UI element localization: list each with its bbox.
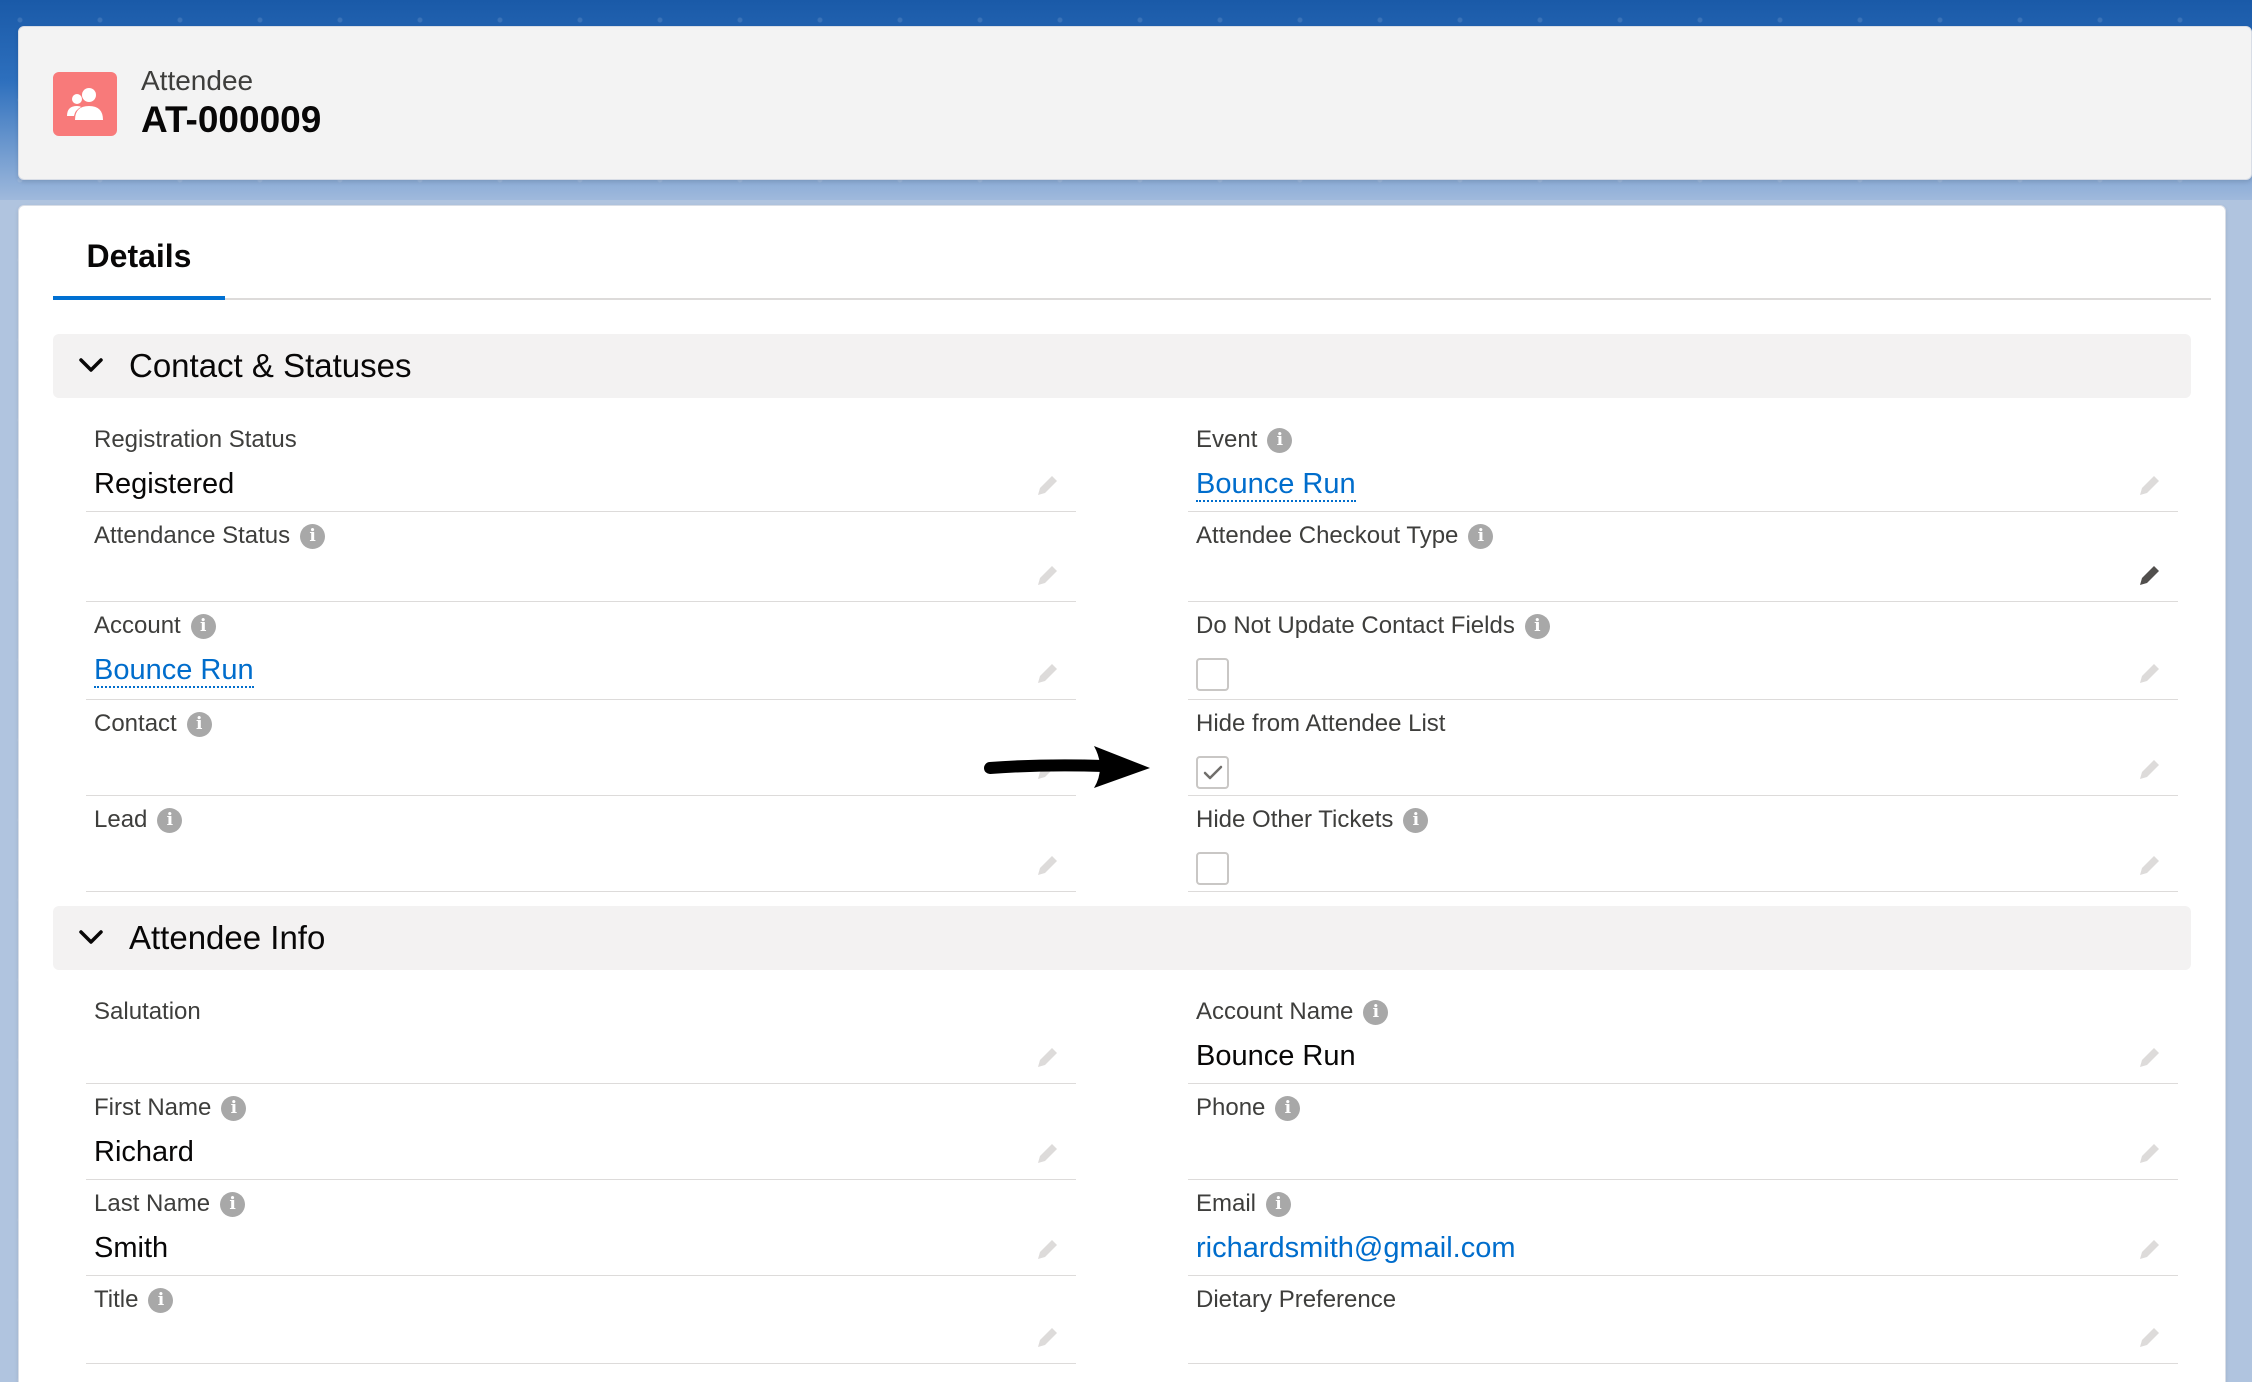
info-icon[interactable]: i xyxy=(1363,999,1389,1025)
chevron-down-icon xyxy=(77,924,105,952)
field-contact: Contact i xyxy=(86,700,1076,796)
info-icon[interactable]: i xyxy=(1468,523,1494,549)
field-label: Event xyxy=(1196,426,1258,453)
chevron-down-icon xyxy=(77,352,105,380)
field-label: First Name xyxy=(94,1094,212,1121)
pencil-icon[interactable] xyxy=(1034,471,1062,499)
check-icon xyxy=(1203,765,1222,779)
field-label: Hide from Attendee List xyxy=(1196,710,1446,737)
field-attendance-status: Attendance Status i xyxy=(86,512,1076,602)
arrow-right-icon xyxy=(984,746,1150,788)
tab-details[interactable]: Details xyxy=(53,206,225,300)
field-label: Attendance Status xyxy=(94,522,291,549)
record-type-label: Attendee xyxy=(141,65,254,96)
info-icon[interactable]: i xyxy=(300,523,326,549)
info-icon[interactable]: i xyxy=(220,1191,246,1217)
account-link[interactable]: Bounce Run xyxy=(94,654,254,688)
info-icon[interactable]: i xyxy=(1267,427,1293,453)
pencil-icon[interactable] xyxy=(2136,1323,2164,1351)
info-icon[interactable]: i xyxy=(190,613,216,639)
info-icon[interactable]: i xyxy=(221,1095,247,1121)
info-icon[interactable]: i xyxy=(186,711,212,737)
field-registration-status: Registration Status Registered xyxy=(86,416,1076,512)
field-dietary-preference: Dietary Preference xyxy=(1188,1276,2178,1364)
field-hide-other-tickets: Hide Other Tickets i xyxy=(1188,796,2178,892)
field-value: Registered xyxy=(94,468,235,500)
email-link[interactable]: richardsmith@gmail.com xyxy=(1196,1232,1516,1265)
field-account: Account i Bounce Run xyxy=(86,602,1076,700)
section-attendee-info[interactable]: Attendee Info xyxy=(53,906,2191,970)
section-contact-statuses[interactable]: Contact & Statuses xyxy=(53,334,2191,398)
record-header: Attendee AT-000009 xyxy=(18,26,2252,180)
event-link[interactable]: Bounce Run xyxy=(1196,468,1356,502)
field-title: Title i xyxy=(86,1276,1076,1364)
hide-other-tickets-checkbox[interactable] xyxy=(1196,852,1229,885)
field-value: Richard xyxy=(94,1136,194,1168)
field-salutation: Salutation xyxy=(86,988,1076,1084)
field-label: Email xyxy=(1196,1190,1257,1217)
field-phone: Phone i xyxy=(1188,1084,2178,1180)
pencil-icon[interactable] xyxy=(1034,1323,1062,1351)
details-card: Details Contact & Statuses Registration … xyxy=(18,205,2226,1382)
field-last-name: Last Name i Smith xyxy=(86,1180,1076,1276)
pencil-icon[interactable] xyxy=(1034,659,1062,687)
info-icon[interactable]: i xyxy=(148,1287,174,1313)
record-name: AT-000009 xyxy=(141,99,322,140)
info-icon[interactable]: i xyxy=(1266,1191,1292,1217)
field-value: Bounce Run xyxy=(1196,1040,1356,1072)
field-email: Email i richardsmith@gmail.com xyxy=(1188,1180,2178,1276)
field-label: Salutation xyxy=(94,998,201,1025)
field-label: Hide Other Tickets xyxy=(1196,806,1394,833)
field-account-name: Account Name i Bounce Run xyxy=(1188,988,2178,1084)
field-event: Event i Bounce Run xyxy=(1188,416,2178,512)
pencil-icon[interactable] xyxy=(2136,471,2164,499)
field-label: Attendee Checkout Type xyxy=(1196,522,1459,549)
pencil-icon[interactable] xyxy=(1034,561,1062,589)
field-label: Phone xyxy=(1196,1094,1266,1121)
pencil-icon[interactable] xyxy=(2136,851,2164,879)
do-not-update-checkbox[interactable] xyxy=(1196,658,1229,691)
info-icon[interactable]: i xyxy=(1275,1095,1301,1121)
field-first-name: First Name i Richard xyxy=(86,1084,1076,1180)
section-title: Attendee Info xyxy=(129,919,326,956)
field-label: Do Not Update Contact Fields xyxy=(1196,612,1515,639)
pencil-icon[interactable] xyxy=(2136,755,2164,783)
pencil-icon[interactable] xyxy=(2136,1235,2164,1263)
field-value: Smith xyxy=(94,1232,169,1264)
pencil-icon[interactable] xyxy=(2136,1043,2164,1071)
field-label: Lead xyxy=(94,806,148,833)
pencil-icon[interactable] xyxy=(2136,1139,2164,1167)
field-label: Account xyxy=(94,612,181,639)
hide-from-list-checkbox[interactable] xyxy=(1196,756,1229,789)
info-icon[interactable]: i xyxy=(1524,613,1550,639)
tab-bar: Details xyxy=(53,206,2211,300)
pencil-icon[interactable] xyxy=(2136,561,2164,589)
field-label: Account Name xyxy=(1196,998,1354,1025)
pencil-icon[interactable] xyxy=(1034,851,1062,879)
field-label: Registration Status xyxy=(94,426,297,453)
field-hide-from-attendee-list: Hide from Attendee List xyxy=(1188,700,2178,796)
field-attendee-checkout-type: Attendee Checkout Type i xyxy=(1188,512,2178,602)
pencil-icon[interactable] xyxy=(1034,1139,1062,1167)
info-icon[interactable]: i xyxy=(1403,807,1429,833)
section-title: Contact & Statuses xyxy=(129,347,412,384)
attendee-icon xyxy=(53,72,117,136)
pencil-icon[interactable] xyxy=(1034,1043,1062,1071)
field-label: Contact xyxy=(94,710,177,737)
pencil-icon[interactable] xyxy=(1034,1235,1062,1263)
field-label: Last Name xyxy=(94,1190,211,1217)
info-icon[interactable]: i xyxy=(157,807,183,833)
field-label: Title xyxy=(94,1286,139,1313)
field-do-not-update-contact-fields: Do Not Update Contact Fields i xyxy=(1188,602,2178,700)
field-label: Dietary Preference xyxy=(1196,1286,1397,1313)
pencil-icon[interactable] xyxy=(2136,659,2164,687)
field-lead: Lead i xyxy=(86,796,1076,892)
